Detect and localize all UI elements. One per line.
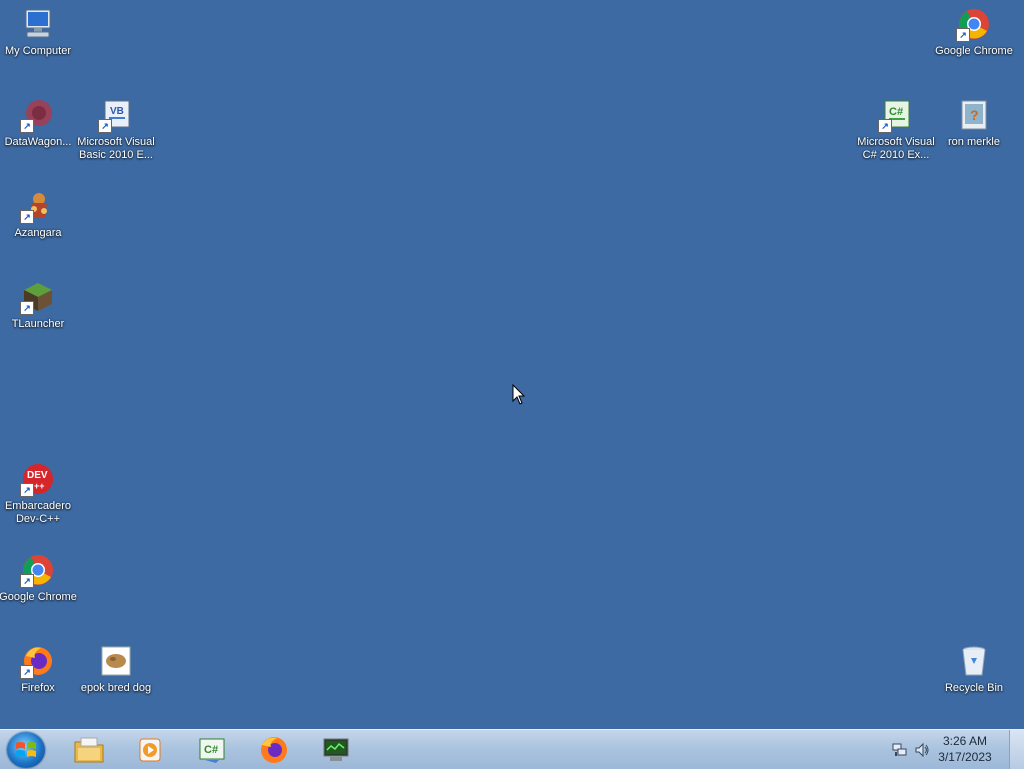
shortcut-arrow-icon: ↗ xyxy=(20,483,34,497)
desktop-icon-label: Google Chrome xyxy=(935,45,1013,57)
desktop-icon-label: Google Chrome xyxy=(0,591,77,603)
mouse-cursor-icon xyxy=(512,383,526,411)
shortcut-arrow-icon: ↗ xyxy=(20,574,34,588)
taskbar-firefox-button[interactable] xyxy=(254,734,294,766)
chrome-icon: ↗ xyxy=(20,552,56,588)
svg-text:?: ? xyxy=(970,107,979,123)
desktop-icon-label: Embarcadero Dev-C++ xyxy=(4,500,72,525)
svg-text:DEV: DEV xyxy=(27,470,48,481)
shortcut-arrow-icon: ↗ xyxy=(20,301,34,315)
desktop-icon-firefox[interactable]: ↗ Firefox xyxy=(0,643,76,695)
desktop-icon-my-computer[interactable]: My Computer xyxy=(0,6,76,58)
tlauncher-icon: ↗ xyxy=(20,279,56,315)
desktop-icon-visual-csharp[interactable]: C# ↗ Microsoft Visual C# 2010 Ex... xyxy=(857,97,935,162)
shortcut-arrow-icon: ↗ xyxy=(98,119,112,133)
desktop-icon-tlauncher[interactable]: ↗ TLauncher xyxy=(0,279,76,331)
media-player-icon xyxy=(139,738,161,762)
desktop-icon-label: ron merkle xyxy=(948,136,1000,148)
clock-date: 3/17/2023 xyxy=(938,750,992,764)
shortcut-arrow-icon: ↗ xyxy=(20,210,34,224)
show-desktop-button[interactable] xyxy=(1009,730,1024,769)
monitor-app-icon xyxy=(323,738,349,761)
unknown-file-icon: ? xyxy=(956,97,992,133)
visual-csharp-icon: C# xyxy=(199,738,225,763)
desktop-icon-epok-bred-dog[interactable]: epok bred dog xyxy=(78,643,154,695)
desktop-icon-visual-basic[interactable]: VB ↗ Microsoft Visual Basic 2010 E... xyxy=(77,97,155,162)
shortcut-arrow-icon: ↗ xyxy=(20,119,34,133)
firefox-icon: ↗ xyxy=(20,643,56,679)
desktop-icon-datawagon[interactable]: ↗ DataWagon... xyxy=(0,97,76,149)
shortcut-arrow-icon: ↗ xyxy=(878,119,892,133)
desktop-icon-label: TLauncher xyxy=(11,318,65,330)
folder-icon xyxy=(74,737,104,763)
datawagon-icon: ↗ xyxy=(20,97,56,133)
azangara-icon: ↗ xyxy=(20,188,56,224)
desktop-icon-azangara[interactable]: ↗ Azangara xyxy=(0,188,76,240)
svg-text:VB: VB xyxy=(110,106,124,117)
image-file-icon xyxy=(98,643,134,679)
desktop-icon-google-chrome-2[interactable]: ↗ Google Chrome xyxy=(935,6,1013,58)
desktop-icon-ron-merkle[interactable]: ? ron merkle xyxy=(936,97,1012,149)
chrome-icon: ↗ xyxy=(956,6,992,42)
taskbar-media-player-button[interactable] xyxy=(130,734,170,766)
desktop-icon-label: DataWagon... xyxy=(4,136,72,148)
dev-cpp-icon: DEV ++ ↗ xyxy=(20,461,56,497)
start-button[interactable] xyxy=(7,732,45,768)
desktop-icon-label: Microsoft Visual Basic 2010 E... xyxy=(77,136,155,161)
desktop-icon-dev-cpp[interactable]: DEV ++ ↗ Embarcadero Dev-C++ xyxy=(0,461,76,526)
taskbar: C# 3:26 AM 3/17/2023 xyxy=(0,729,1024,769)
desktop: My Computer ↗ DataWagon... VB ↗ Microsof… xyxy=(0,0,1024,729)
desktop-icon-google-chrome[interactable]: ↗ Google Chrome xyxy=(0,552,77,604)
taskbar-network-monitor-button[interactable] xyxy=(316,734,356,766)
windows-logo-icon xyxy=(16,742,36,757)
taskbar-visual-csharp-button[interactable]: C# xyxy=(192,734,232,766)
volume-icon[interactable] xyxy=(914,742,930,758)
recycle-bin-icon xyxy=(956,643,992,679)
desktop-icon-label: Recycle Bin xyxy=(944,682,1004,694)
desktop-icon-label: epok bred dog xyxy=(80,682,152,694)
network-icon[interactable] xyxy=(892,742,908,758)
desktop-icon-recycle-bin[interactable]: Recycle Bin xyxy=(936,643,1012,695)
shortcut-arrow-icon: ↗ xyxy=(956,28,970,42)
visual-basic-icon: VB ↗ xyxy=(98,97,134,133)
desktop-icon-label: Microsoft Visual C# 2010 Ex... xyxy=(857,136,935,161)
visual-csharp-icon: C# ↗ xyxy=(878,97,914,133)
desktop-icon-label: Firefox xyxy=(21,682,55,694)
svg-text:++: ++ xyxy=(34,481,45,491)
taskbar-explorer-button[interactable] xyxy=(69,734,109,766)
shortcut-arrow-icon: ↗ xyxy=(20,665,34,679)
desktop-icon-label: Azangara xyxy=(14,227,62,239)
desktop-icon-label: My Computer xyxy=(4,45,72,57)
clock-time: 3:26 AM xyxy=(942,734,988,748)
clock[interactable]: 3:26 AM 3/17/2023 xyxy=(930,733,1000,765)
computer-icon xyxy=(20,6,56,42)
svg-text:C#: C# xyxy=(889,106,903,118)
firefox-icon xyxy=(261,737,287,763)
svg-text:C#: C# xyxy=(204,744,218,756)
